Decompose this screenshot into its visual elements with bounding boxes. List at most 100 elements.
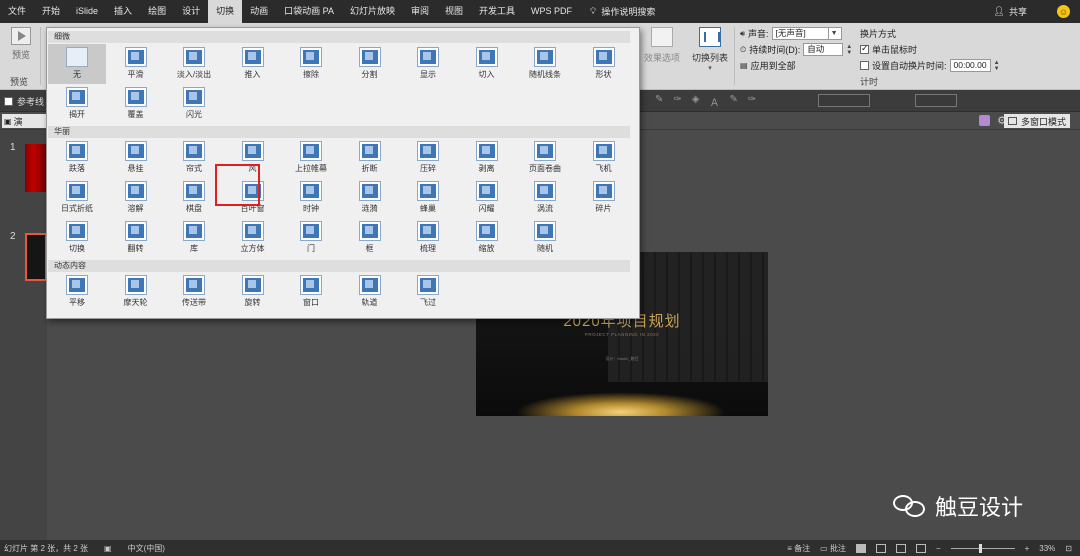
eyedropper-icon[interactable]: ✎ [655, 94, 663, 109]
transition-exciting-item[interactable]: 折断 [341, 138, 399, 178]
transition-exciting-item[interactable]: 缩放 [458, 218, 516, 258]
transition-exciting-item[interactable]: 时钟 [282, 178, 340, 218]
transition-subtle-item[interactable]: 显示 [399, 44, 457, 84]
fill-icon[interactable]: ◈ [692, 94, 700, 109]
multi-window-button[interactable]: 多窗口模式 [1003, 114, 1070, 128]
document-tab[interactable]: ▣ 演 [2, 114, 46, 128]
menu-pocket-animation[interactable]: 口袋动画 PA [276, 0, 342, 23]
transition-dynamic-item[interactable]: 旋转 [224, 272, 282, 312]
guides-toggle[interactable]: 参考线 [4, 95, 44, 108]
transition-exciting-item[interactable]: 涟漪 [341, 178, 399, 218]
slide-subtitle[interactable]: PROJECT PLANNING IN 2020 [476, 332, 768, 337]
preview-button[interactable]: 预览 [6, 27, 36, 61]
duration-input[interactable]: 自动 [803, 43, 844, 56]
zoom-level[interactable]: 33% [1039, 544, 1055, 553]
on-click-checkbox[interactable] [860, 43, 869, 54]
transition-exciting-item[interactable]: 上拉帷幕 [282, 138, 340, 178]
auto-advance-checkbox[interactable] [860, 61, 869, 70]
menu-wps-pdf[interactable]: WPS PDF [523, 0, 580, 23]
transition-exciting-item[interactable]: 碎片 [575, 178, 633, 218]
transition-exciting-item[interactable]: 页面卷曲 [516, 138, 574, 178]
slide-thumbnail[interactable] [25, 144, 47, 192]
language[interactable]: 中文(中国) [128, 543, 165, 554]
text-color-icon[interactable]: Ａ [709, 94, 719, 109]
transition-dynamic-item[interactable]: 传送带 [165, 272, 223, 312]
transition-exciting-item[interactable]: 溶解 [107, 178, 165, 218]
menu-view[interactable]: 视图 [437, 0, 471, 23]
pen-icon[interactable]: ✑ [673, 94, 681, 109]
fit-slide-icon[interactable]: ⊡ [1065, 544, 1072, 553]
tell-me-search[interactable]: 💡︎ 操作说明搜索 [580, 5, 655, 18]
reading-view-icon[interactable] [895, 543, 906, 553]
transition-subtle-item[interactable]: 平滑 [107, 44, 165, 84]
transition-exciting-item[interactable]: 飞机 [575, 138, 633, 178]
transition-exciting-item[interactable]: 跌落 [48, 138, 106, 178]
transition-exciting-item[interactable]: 门 [282, 218, 340, 258]
transition-subtle-item[interactable]: 形状 [575, 44, 633, 84]
transition-exciting-item[interactable]: 框 [341, 218, 399, 258]
menu-slideshow[interactable]: 幻灯片放映 [342, 0, 403, 23]
transition-subtle-item[interactable]: 切入 [458, 44, 516, 84]
menu-home[interactable]: 开始 [34, 0, 68, 23]
transition-subtle-item[interactable]: 覆盖 [107, 84, 165, 124]
transition-exciting-item[interactable]: 悬挂 [107, 138, 165, 178]
transition-exciting-item[interactable]: 随机 [516, 218, 574, 258]
transition-exciting-item[interactable]: 日式折纸 [48, 178, 106, 218]
auto-advance-time-input[interactable]: 00:00.00 [949, 59, 991, 72]
size-select[interactable] [915, 94, 957, 107]
transition-exciting-item[interactable]: 蜂巢 [399, 178, 457, 218]
spellcheck-icon[interactable]: ▣ [104, 544, 112, 553]
menu-file[interactable]: 文件 [0, 0, 34, 23]
transition-dynamic-item[interactable]: 摩天轮 [107, 272, 165, 312]
feedback-smiley-icon[interactable]: ☺ [1057, 5, 1070, 18]
transition-exciting-item[interactable]: 闪耀 [458, 178, 516, 218]
line-color-icon[interactable]: ✑ [748, 94, 756, 109]
auto-advance-spinner[interactable]: ▲ ▼ [994, 60, 1000, 72]
slide-sorter-icon[interactable] [875, 543, 886, 553]
guides-checkbox[interactable] [4, 97, 13, 106]
transition-exciting-item[interactable]: 库 [165, 218, 223, 258]
menu-draw[interactable]: 绘图 [140, 0, 174, 23]
menu-animations[interactable]: 动画 [242, 0, 276, 23]
transition-subtle-item[interactable]: 推入 [224, 44, 282, 84]
menu-islide[interactable]: iSlide [68, 0, 106, 23]
menu-developer[interactable]: 开发工具 [471, 0, 523, 23]
transition-list-button[interactable]: 切换列表 ▾ [688, 27, 732, 72]
transition-dynamic-item[interactable]: 轨道 [341, 272, 399, 312]
notes-button[interactable]: ≡ 备注 [787, 543, 810, 554]
transition-subtle-item[interactable]: 擦除 [282, 44, 340, 84]
transition-subtle-item[interactable]: 无 [48, 44, 106, 84]
transition-exciting-item[interactable]: 立方体 [224, 218, 282, 258]
menu-review[interactable]: 审阅 [403, 0, 437, 23]
duration-spinner[interactable]: ▲ ▼ [846, 44, 852, 56]
transition-exciting-item[interactable]: 涡流 [516, 178, 574, 218]
zoom-in-icon[interactable]: + [1025, 544, 1030, 553]
transition-exciting-item[interactable]: 压碎 [399, 138, 457, 178]
transition-exciting-item[interactable]: 切换 [48, 218, 106, 258]
menu-insert[interactable]: 插入 [106, 0, 140, 23]
transition-subtle-item[interactable]: 闪光 [165, 84, 223, 124]
transition-subtle-item[interactable]: 随机线条 [516, 44, 574, 84]
transition-exciting-item[interactable]: 翻转 [107, 218, 165, 258]
effect-options-button[interactable]: 效果选项 [642, 27, 682, 64]
font-select[interactable] [818, 94, 870, 107]
search-icon[interactable] [979, 115, 990, 126]
zoom-slider[interactable] [950, 543, 1015, 553]
menu-transitions[interactable]: 切换 [208, 0, 243, 23]
transition-subtle-item[interactable]: 分割 [341, 44, 399, 84]
transition-subtle-item[interactable]: 淡入/淡出 [165, 44, 223, 84]
menu-design[interactable]: 设计 [174, 0, 208, 23]
sound-select[interactable]: [无声音] ▼ [771, 27, 842, 40]
normal-view-icon[interactable] [855, 543, 866, 553]
transition-dynamic-item[interactable]: 窗口 [282, 272, 340, 312]
slide-author[interactable]: 设计：Martin_触豆 [476, 356, 768, 362]
zoom-out-icon[interactable]: − [936, 544, 941, 553]
transition-subtle-item[interactable]: 揭开 [48, 84, 106, 124]
comments-button[interactable]: ▭ 批注 [820, 543, 846, 554]
transition-dynamic-item[interactable]: 平移 [48, 272, 106, 312]
transition-exciting-item[interactable]: 剥离 [458, 138, 516, 178]
slideshow-icon[interactable] [915, 543, 926, 553]
transition-exciting-item[interactable]: 梳理 [399, 218, 457, 258]
zoom-slider-handle[interactable] [978, 543, 982, 553]
highlight-pen-icon[interactable]: ✎ [729, 94, 737, 109]
